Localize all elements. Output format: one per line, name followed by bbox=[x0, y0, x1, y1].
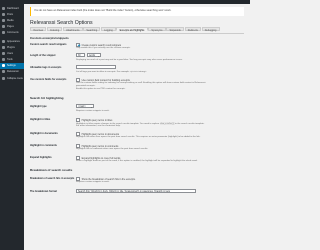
admin-sidebar: Dashboard Posts Media Pages Comments App… bbox=[0, 0, 24, 250]
pin-icon bbox=[2, 12, 5, 16]
section-heading-excerpts: Custom excerpts/snippets bbox=[30, 36, 69, 40]
tab-searching[interactable]: Searching bbox=[83, 27, 101, 32]
sidebar-item-label: Users bbox=[7, 51, 14, 55]
user-icon bbox=[2, 51, 5, 55]
expand-highlights-desc: When a highlight matches part of the wor… bbox=[76, 159, 198, 162]
sidebar-item-label: Dashboard bbox=[7, 6, 19, 10]
custom-fields-excerpts-label: Use custom fields for excerpts bbox=[30, 78, 67, 81]
index-warning-notice: You do not have an Relevanssi index buil… bbox=[30, 7, 244, 16]
tab-redirects[interactable]: Redirects bbox=[184, 27, 202, 32]
snippet-length-unit-value: words bbox=[89, 54, 96, 57]
settings-icon bbox=[2, 64, 5, 68]
page-icon bbox=[2, 25, 5, 29]
search-icon bbox=[2, 70, 5, 74]
tab-debugging[interactable]: Debugging bbox=[201, 27, 220, 32]
wrench-icon bbox=[2, 58, 5, 62]
collapse-icon bbox=[2, 76, 5, 80]
comment-icon bbox=[2, 31, 5, 35]
highlight-titles-desc-c: For more information, see the contextual… bbox=[76, 124, 121, 127]
tab-indexing[interactable]: Indexing bbox=[46, 27, 63, 32]
highlight-docs-label: Highlight in documents bbox=[30, 132, 58, 135]
brush-icon bbox=[2, 39, 5, 43]
sidebar-item-label: Collapse menu bbox=[7, 76, 23, 80]
media-icon bbox=[2, 18, 5, 22]
sidebar-item-label: Comments bbox=[7, 31, 19, 35]
allowable-tags-desc: List all tags you want to allow in excer… bbox=[76, 70, 147, 73]
highlight-titles-code: the_title() bbox=[159, 121, 175, 125]
highlight-type-value: <mark> bbox=[78, 105, 86, 108]
page-title: Relevanssi Search Options bbox=[30, 20, 93, 26]
tab-attachments[interactable]: Attachments bbox=[62, 27, 83, 32]
highlight-comments-desc: Highlights hits in comments when user op… bbox=[76, 147, 149, 150]
snippet-length-unit-select[interactable]: words ▾ bbox=[87, 53, 101, 58]
snippet-length-label: Length of the snippet bbox=[30, 54, 56, 57]
chevron-down-icon: ▾ bbox=[90, 106, 92, 109]
sidebar-item-label: Relevanssi bbox=[7, 70, 19, 74]
highlight-type-label: Highlight type bbox=[30, 105, 47, 108]
section-heading-highlight: Search hit highlighting bbox=[30, 96, 64, 100]
admin-bar bbox=[24, 0, 250, 4]
plug-icon bbox=[2, 45, 5, 49]
custom-excerpts-label: Custom search result snippets bbox=[30, 43, 67, 46]
sidebar-item-label: Appearance bbox=[7, 39, 20, 43]
sidebar-item-collapse[interactable]: Collapse menu bbox=[0, 75, 24, 81]
custom-excerpts-desc: Only enable this if you actually use the… bbox=[76, 46, 131, 49]
breakdown-format-input[interactable]: Search hits: %body% in body, %title% in … bbox=[76, 189, 196, 193]
highlight-titles-desc-b: in the search results template. bbox=[175, 122, 205, 125]
highlight-type-desc: Requires custom snippets to work. bbox=[76, 109, 110, 112]
dashboard-icon bbox=[2, 6, 5, 10]
sidebar-item-label: Pages bbox=[7, 25, 14, 29]
breakdown-label: Breakdown of search hits in excerpts bbox=[30, 177, 75, 180]
main-area: You do not have an Relevanssi index buil… bbox=[24, 0, 250, 250]
highlight-titles-label: Highlight in titles bbox=[30, 118, 51, 121]
tab-stopwords[interactable]: Stopwords bbox=[166, 27, 184, 32]
sidebar-item-label: Tools bbox=[7, 58, 13, 62]
tab-synonyms[interactable]: Synonyms bbox=[148, 27, 166, 32]
section-heading-breakdown: Breakdown of search results bbox=[30, 168, 73, 172]
highlight-comments-label: Highlight in comments bbox=[30, 144, 57, 147]
custom-fields-excerpts-desc-2: generated excerpts. bbox=[76, 84, 96, 87]
sidebar-item-label: Posts bbox=[7, 12, 13, 16]
snippet-length-input[interactable]: 30 bbox=[76, 53, 85, 57]
allowable-tags-label: Allowable tags in excerpts bbox=[30, 66, 62, 69]
highlight-docs-desc: Highlights hits when user opens the post… bbox=[76, 135, 201, 138]
settings-tabs: Overview Indexing Attachments Searching … bbox=[30, 27, 244, 34]
snippet-length-desc: Displaying too much of a post may not be… bbox=[76, 58, 183, 61]
tab-overview[interactable]: Overview bbox=[30, 27, 47, 32]
breakdown-format-label: The breakdown format bbox=[30, 190, 57, 193]
custom-fields-excerpts-desc-3: Enable this option to use PDF content fo… bbox=[76, 87, 126, 90]
sidebar-item-label: Plugins bbox=[7, 45, 15, 49]
sidebar-item-label: Media bbox=[7, 18, 14, 22]
expand-highlights-label: Expand highlights bbox=[30, 156, 52, 159]
tab-excerpts-highlights[interactable]: Excerpts and highlights bbox=[116, 27, 148, 32]
highlight-type-select[interactable]: <mark> ▾ bbox=[76, 104, 94, 109]
breakdown-desc: Requires custom snippets to work. bbox=[76, 180, 110, 183]
chevron-down-icon: ▾ bbox=[97, 55, 99, 58]
allowable-tags-input[interactable] bbox=[76, 65, 116, 69]
custom-fields-excerpts-desc-1: Use the custom fields setting for indexi… bbox=[76, 81, 206, 84]
sidebar-item-label: Settings bbox=[7, 64, 16, 68]
tab-logging[interactable]: Logging bbox=[100, 27, 116, 32]
